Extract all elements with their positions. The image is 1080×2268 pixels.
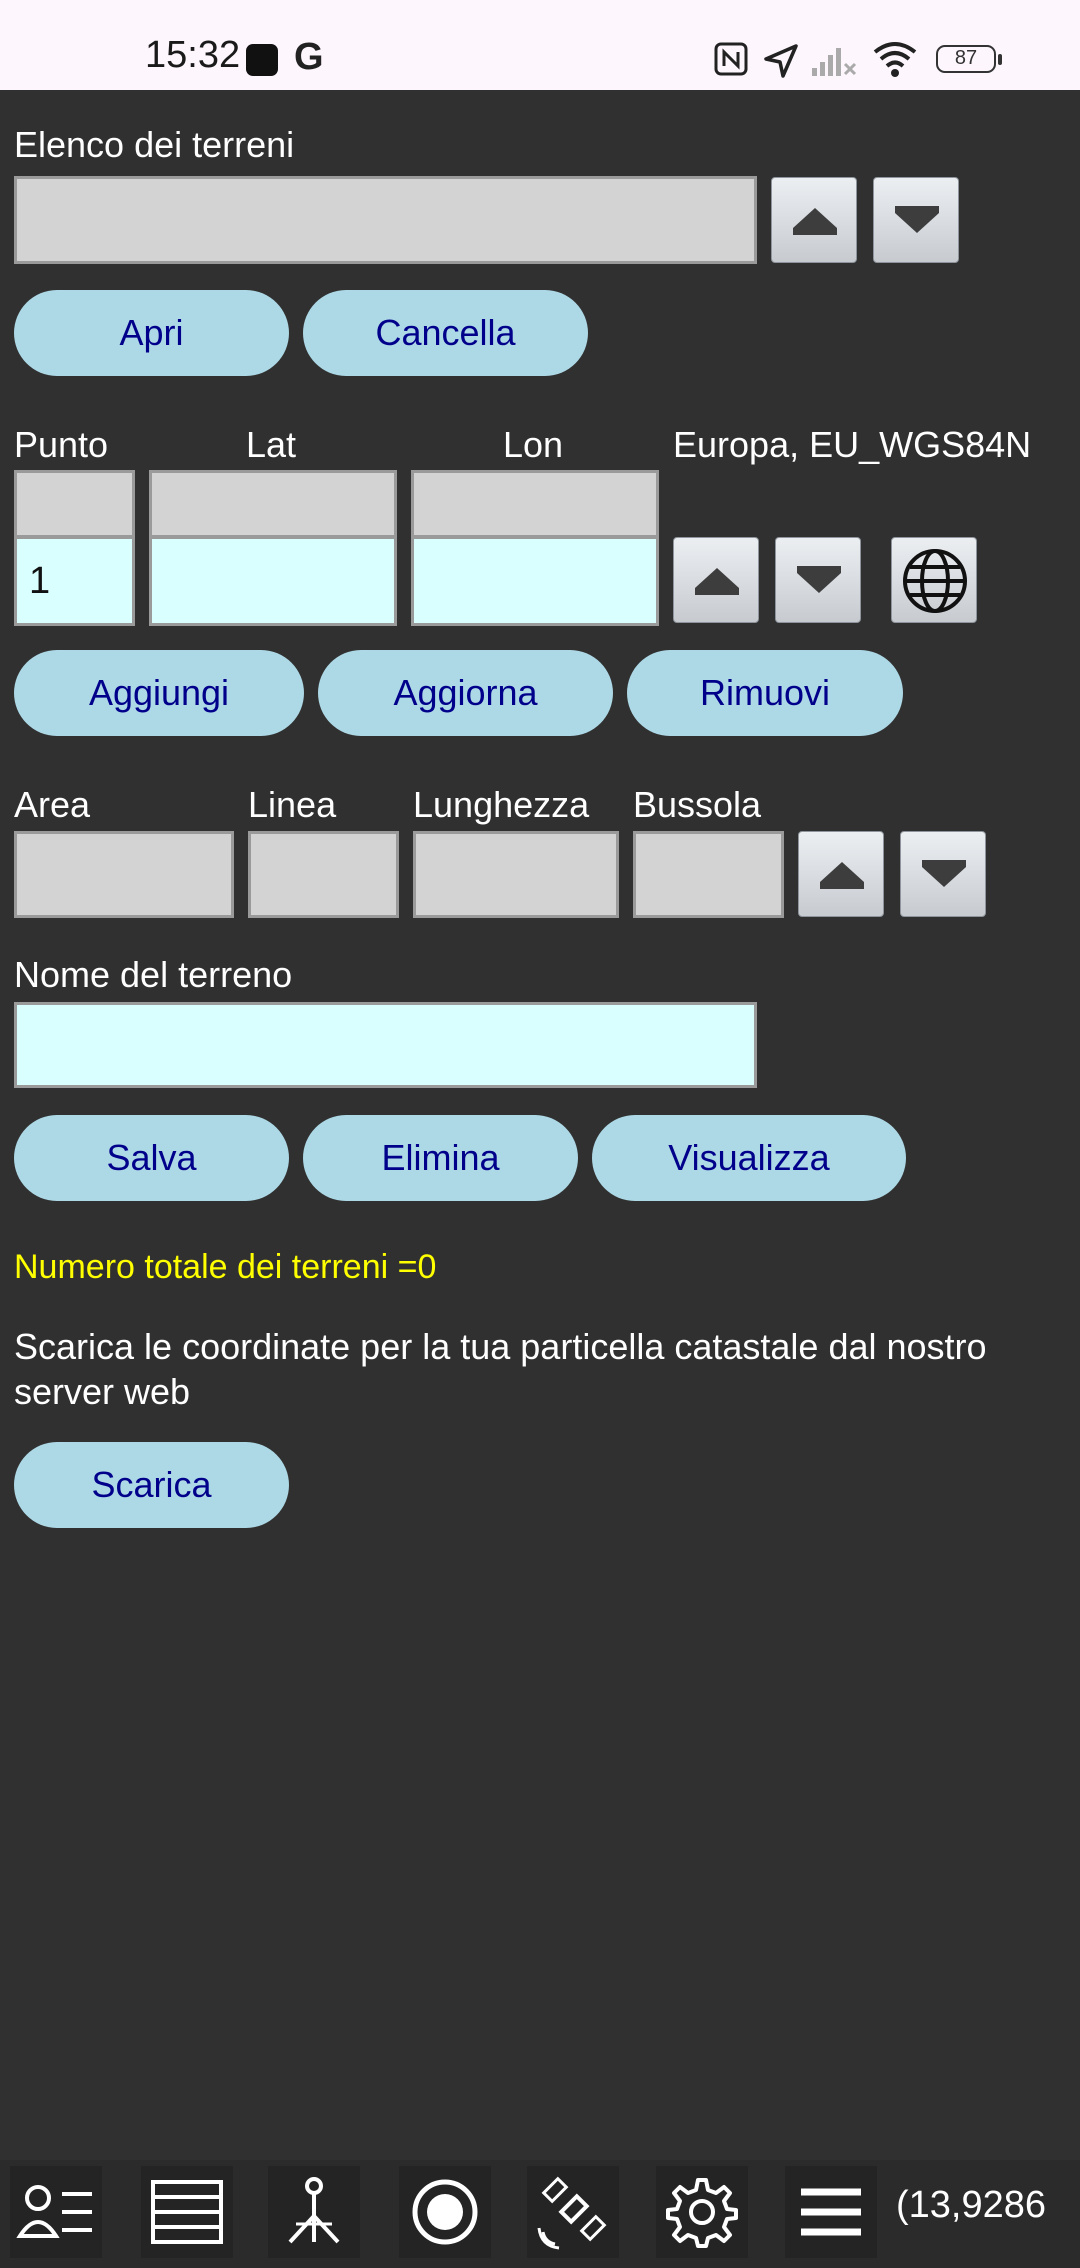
triangle-up-icon: [793, 208, 837, 228]
area-value: [17, 834, 231, 915]
lon-input[interactable]: [411, 536, 659, 626]
point-header-field: [14, 470, 135, 538]
compass-field: [633, 831, 784, 918]
lon-value[interactable]: [414, 539, 656, 623]
triangle-down-icon: [797, 573, 841, 593]
terrain-name-input[interactable]: [14, 1002, 757, 1088]
record-button[interactable]: [399, 2166, 491, 2258]
triangle-down-icon: [922, 867, 966, 887]
add-point-button[interactable]: Aggiungi: [14, 650, 304, 736]
area-field: [14, 831, 234, 918]
globe-button[interactable]: [891, 537, 977, 623]
status-bar: 15:32 G 87: [0, 0, 1080, 90]
terrain-list-select[interactable]: [14, 176, 757, 264]
location-arrow-icon: [762, 42, 800, 80]
status-time: 15:32: [145, 34, 241, 76]
total-terrains-text: Numero totale dei terreni =0: [14, 1248, 437, 1286]
cancel-button[interactable]: Cancella: [303, 290, 588, 376]
point-up-button[interactable]: [673, 537, 759, 623]
triangle-down-icon: [895, 213, 939, 233]
delete-button[interactable]: Elimina: [303, 1115, 578, 1201]
triangle-up-icon: [695, 568, 739, 588]
globe-icon: [903, 549, 967, 613]
terrain-list-label: Elenco dei terreni: [14, 124, 295, 165]
measure-up-button[interactable]: [798, 831, 884, 917]
download-button[interactable]: Scarica: [14, 1442, 289, 1528]
view-button[interactable]: Visualizza: [592, 1115, 906, 1201]
survey-button[interactable]: [268, 2166, 360, 2258]
terrain-list-down-button[interactable]: [873, 177, 959, 263]
lon-label: Lon: [503, 424, 564, 465]
record-icon: [412, 2179, 478, 2245]
wifi-icon: [872, 40, 918, 78]
save-button[interactable]: Salva: [14, 1115, 289, 1201]
update-point-button[interactable]: Aggiorna: [318, 650, 613, 736]
terrain-name-label: Nome del terreno: [14, 954, 293, 995]
point-number-value[interactable]: [17, 539, 132, 623]
length-field: [413, 831, 619, 918]
area-label: Area: [14, 784, 91, 825]
datum-label: Europa, EU_WGS84N: [673, 424, 1032, 465]
user-list-icon: [16, 2185, 92, 2238]
menu-icon: [801, 2188, 861, 2236]
measure-down-button[interactable]: [900, 831, 986, 917]
lon-header-field: [411, 470, 659, 538]
triangle-up-icon: [820, 862, 864, 882]
survey-icon: [288, 2177, 340, 2244]
list-button[interactable]: [141, 2166, 233, 2258]
battery-icon: 87: [936, 45, 1006, 75]
open-button[interactable]: Apri: [14, 290, 289, 376]
line-field: [248, 831, 399, 918]
coordinate-readout: (13,9286: [896, 2184, 1047, 2226]
length-label: Lunghezza: [413, 784, 590, 825]
list-icon: [151, 2180, 223, 2244]
lat-label: Lat: [246, 424, 297, 465]
download-info-text: Scarica le coordinate per la tua partice…: [14, 1326, 987, 1412]
point-down-button[interactable]: [775, 537, 861, 623]
terrain-name-value[interactable]: [17, 1005, 754, 1085]
app-notification-icon: [246, 44, 278, 76]
nfc-icon: [714, 42, 748, 76]
user-list-button[interactable]: [10, 2166, 102, 2258]
screen: 15:32 G 87 Elenco dei terreni Apri Cance…: [0, 0, 1080, 2268]
google-icon: G: [294, 36, 324, 78]
settings-button[interactable]: [656, 2166, 748, 2258]
settings-icon: [666, 2178, 738, 2248]
lat-value[interactable]: [152, 539, 394, 623]
point-label: Punto: [14, 424, 109, 465]
line-value: [251, 834, 396, 915]
terrain-list-value[interactable]: [17, 179, 754, 261]
lat-header-field: [149, 470, 397, 538]
compass-value: [636, 834, 781, 915]
terrain-list-up-button[interactable]: [771, 177, 857, 263]
lat-input[interactable]: [149, 536, 397, 626]
satellite-icon: [537, 2176, 607, 2250]
signal-icon: [810, 42, 858, 78]
line-label: Linea: [248, 784, 337, 825]
point-number-input[interactable]: [14, 536, 135, 626]
satellite-button[interactable]: [527, 2166, 619, 2258]
length-value: [416, 834, 616, 915]
compass-label: Bussola: [633, 784, 762, 825]
remove-point-button[interactable]: Rimuovi: [627, 650, 903, 736]
battery-level: 87: [954, 47, 978, 69]
menu-button[interactable]: [785, 2166, 877, 2258]
